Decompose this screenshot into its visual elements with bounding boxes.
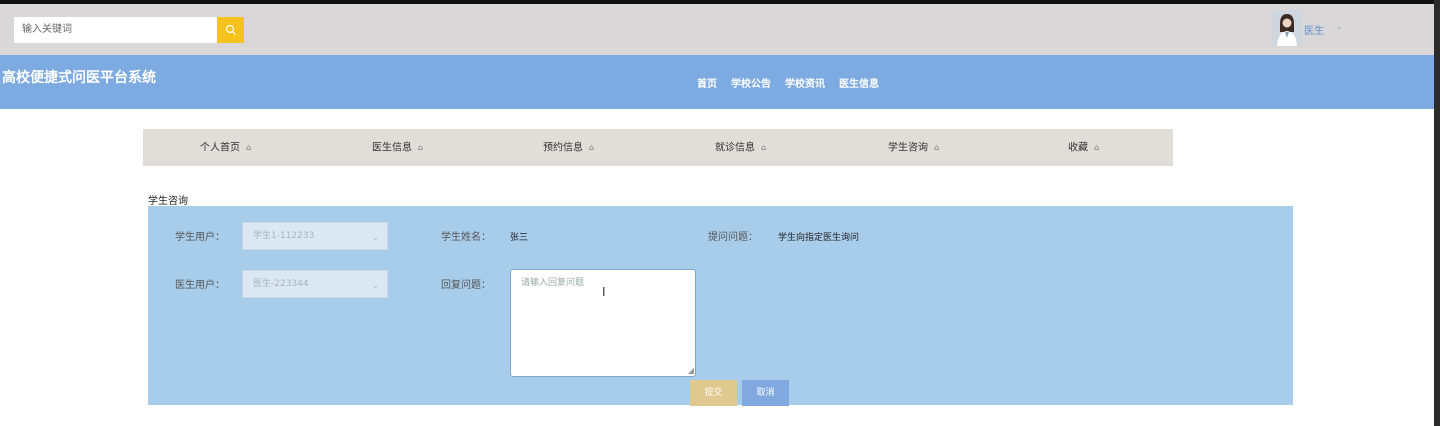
home-icon: ⌂ <box>934 143 940 152</box>
tab-visits[interactable]: 就诊信息 ⌂ <box>715 129 766 166</box>
nav-school-news[interactable]: 学校资讯 <box>785 75 825 90</box>
tab-label: 学生咨询 <box>888 142 928 154</box>
tab-label: 个人首页 <box>200 142 240 154</box>
tab-label: 就诊信息 <box>715 142 755 154</box>
submit-button[interactable]: 提交 <box>690 380 737 406</box>
tab-appointments[interactable]: 预约信息 ⌂ <box>543 129 594 166</box>
home-icon: ⌂ <box>589 143 595 152</box>
tab-doctor-info[interactable]: 医生信息 ⌂ <box>372 129 423 166</box>
section-title: 学生咨询 <box>148 196 188 207</box>
cancel-button[interactable]: 取消 <box>742 380 789 406</box>
nav-doctor-info[interactable]: 医生信息 <box>839 75 879 90</box>
home-icon: ⌂ <box>246 143 252 152</box>
student-name-value: 张三 <box>510 233 529 243</box>
nav-school-announcements[interactable]: 学校公告 <box>731 75 771 90</box>
doctor-user-label: 医生用户： <box>175 280 225 291</box>
chevron-down-icon[interactable]: ⌄ <box>1336 22 1343 31</box>
student-user-select[interactable]: 学生1-112233 ⌄ <box>242 222 388 250</box>
home-icon: ⌂ <box>761 143 767 152</box>
top-bar: 输入关键词 <box>0 0 1440 55</box>
student-user-label: 学生用户： <box>175 232 225 243</box>
reply-label: 回复问题： <box>441 280 491 291</box>
tab-favorites[interactable]: 收藏 ⌂ <box>1068 129 1099 166</box>
tab-personal-home[interactable]: 个人首页 ⌂ <box>200 129 251 166</box>
doctor-user-select[interactable]: 医生-223344 ⌄ <box>242 270 388 298</box>
tab-label: 医生信息 <box>372 142 412 154</box>
chevron-down-icon: ⌄ <box>372 233 379 242</box>
reply-placeholder: 请输入回复问题 <box>521 278 585 288</box>
question-label: 提问问题： <box>708 232 758 243</box>
home-icon: ⌂ <box>1094 143 1100 152</box>
user-name[interactable]: 医生 <box>1304 22 1324 37</box>
main-nav: 首页 学校公告 学校资讯 医生信息 <box>697 75 879 90</box>
tab-label: 收藏 <box>1068 142 1088 154</box>
doctor-user-value: 医生-223344 <box>253 279 309 289</box>
search-button[interactable] <box>217 17 244 43</box>
site-brand[interactable]: 高校便捷式问医平台系统 <box>2 67 156 87</box>
resize-handle-icon[interactable]: ◢ <box>688 366 694 375</box>
student-name-label: 学生姓名： <box>441 232 491 243</box>
home-icon: ⌂ <box>418 143 424 152</box>
text-cursor-icon: I <box>602 285 606 299</box>
chevron-down-icon: ⌄ <box>372 281 379 290</box>
scrollbar[interactable] <box>1434 0 1440 426</box>
tab-label: 预约信息 <box>543 142 583 154</box>
search-input[interactable]: 输入关键词 <box>14 17 217 43</box>
avatar[interactable] <box>1272 10 1302 46</box>
nav-home[interactable]: 首页 <box>697 75 717 90</box>
tab-student-consult[interactable]: 学生咨询 ⌂ <box>888 129 939 166</box>
center-tabs: 个人首页 ⌂ 医生信息 ⌂ 预约信息 ⌂ 就诊信息 ⌂ 学生咨询 ⌂ 收藏 ⌂ <box>143 129 1173 166</box>
student-user-value: 学生1-112233 <box>253 231 315 241</box>
question-value: 学生向指定医生询问 <box>778 233 860 243</box>
search-icon <box>225 24 236 35</box>
